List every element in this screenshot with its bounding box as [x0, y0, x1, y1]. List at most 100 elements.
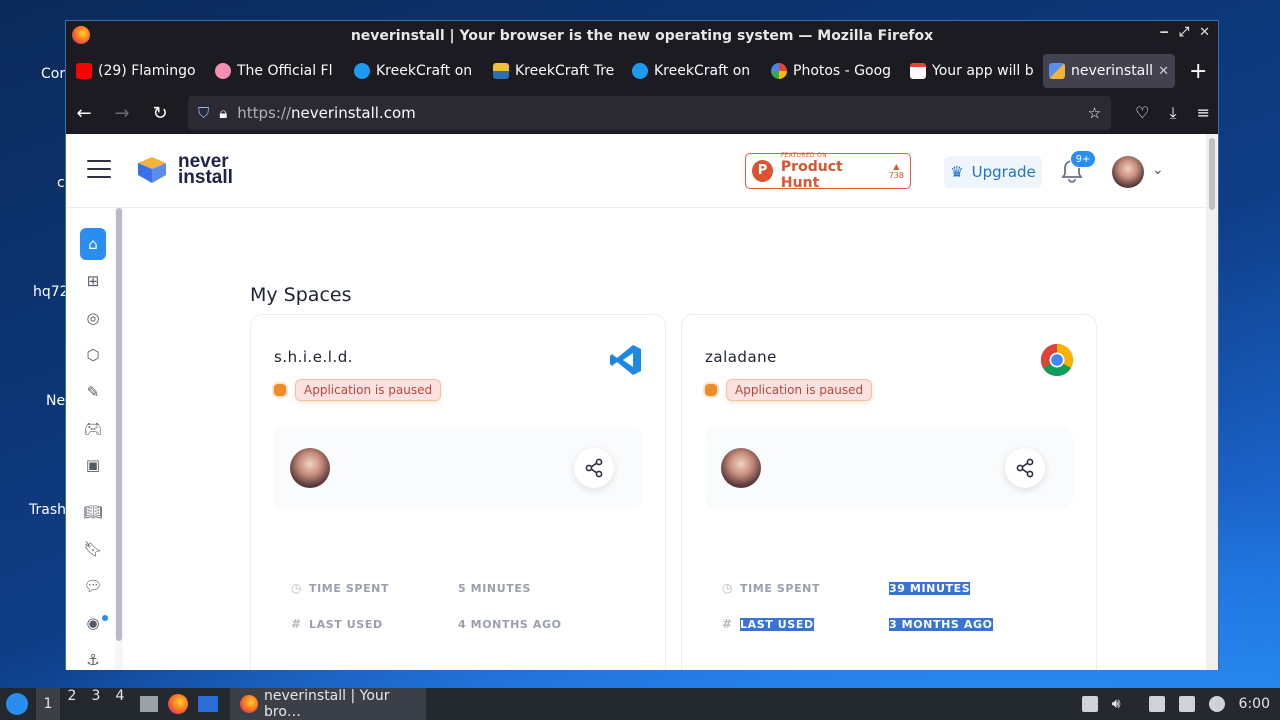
side-navigation: ⌂ ⊞ ◎ ⬡ ✎ 🎮︎ ▣ 📖︎ 🔖︎ 💬︎ ◉ ⚓︎	[66, 208, 126, 670]
share-button[interactable]	[1005, 448, 1045, 488]
user-avatar	[290, 448, 330, 488]
navigation-toolbar: ← → ↻ ⛉ 🔒︎ https://neverinstall.com ☆ ♡ …	[66, 92, 1218, 134]
hash-icon: #	[722, 617, 733, 631]
minimize-button[interactable]: ‒	[1160, 25, 1169, 40]
volume-icon[interactable]: 🔊︎	[1112, 696, 1121, 712]
taskbar-window-button[interactable]: neverinstall | Your bro…	[230, 688, 426, 720]
space-name: zaladane	[705, 348, 777, 366]
nav-book-icon[interactable]: 📖︎	[80, 499, 106, 525]
producthunt-icon: P	[752, 160, 773, 182]
gmail-icon	[910, 63, 926, 79]
producthunt-badge[interactable]: P FEATURED ON Product Hunt ▲ 738	[745, 152, 911, 191]
sidenav-scrollbar-thumb[interactable]	[116, 208, 122, 641]
browser-tab[interactable]: Your app will b	[904, 54, 1043, 88]
tracking-protection-icon[interactable]: ⛉	[198, 104, 209, 122]
network-icon[interactable]	[1178, 696, 1195, 712]
window-titlebar[interactable]: neverinstall | Your browser is the new o…	[66, 21, 1218, 50]
browser-tab[interactable]: KreekCraft on	[348, 54, 487, 88]
tab-label: Your app will b	[932, 63, 1034, 79]
new-tab-button[interactable]: +	[1189, 59, 1207, 84]
desktop-icon-label[interactable]: Ne	[46, 393, 65, 409]
upgrade-label: Upgrade	[971, 163, 1036, 181]
nav-chat-icon[interactable]: 💬︎	[80, 573, 106, 599]
tab-strip: (29) Flamingo The Official Fl KreekCraft…	[66, 50, 1218, 92]
browser-tab[interactable]: The Official Fl	[209, 54, 348, 88]
crown-icon: ♛	[950, 163, 964, 181]
share-button[interactable]	[574, 448, 614, 488]
nav-cube-icon[interactable]: ⬡	[80, 342, 106, 368]
close-window-button[interactable]: ✕	[1199, 25, 1210, 40]
system-tray: 🔊︎ 6:00	[1081, 696, 1280, 712]
nav-anchor-icon[interactable]: ⚓︎	[80, 647, 106, 670]
hamburger-menu-icon[interactable]	[87, 160, 111, 184]
bookmark-star-icon[interactable]: ☆	[1088, 104, 1101, 122]
desktop-icon[interactable]	[198, 696, 218, 712]
upvote-arrow-icon: ▲	[893, 162, 900, 171]
firefox-logo-icon	[72, 26, 90, 44]
clock[interactable]: 6:00	[1239, 696, 1270, 712]
nav-bookmark-icon[interactable]: 🔖︎	[80, 536, 106, 562]
desktop-icon-label[interactable]: hq72	[33, 284, 69, 300]
youtube-icon	[76, 63, 92, 79]
clipboard-icon[interactable]	[1148, 696, 1165, 712]
eject-icon[interactable]	[1081, 696, 1098, 712]
workspace-2[interactable]: 2	[60, 688, 84, 720]
workspace-4[interactable]: 4	[108, 688, 132, 720]
paused-status-dot	[274, 384, 286, 396]
url-host: neverinstall.com	[291, 104, 416, 122]
forward-button[interactable]: →	[112, 103, 132, 124]
space-card[interactable]: s.h.i.e.l.d. Application is paused ◷ TIM…	[250, 314, 666, 670]
nav-home-icon[interactable]: ⌂	[80, 228, 106, 260]
pocket-icon[interactable]: ♡	[1135, 103, 1149, 123]
status-badge: Application is paused	[726, 379, 873, 401]
space-users-panel	[705, 427, 1073, 509]
close-tab-icon[interactable]: ✕	[1158, 64, 1169, 79]
browser-tab-active[interactable]: neverinstall ✕	[1043, 54, 1175, 88]
browser-tab[interactable]: KreekCraft on	[626, 54, 765, 88]
neverinstall-logo[interactable]: never install	[136, 152, 233, 187]
share-icon	[585, 458, 603, 478]
user-avatar	[721, 448, 761, 488]
chevron-down-icon[interactable]: ⌄	[1152, 162, 1164, 178]
time-spent-value: 5 MINUTES	[458, 581, 532, 595]
browser-tab[interactable]: KreekCraft Tre	[487, 54, 626, 88]
reload-button[interactable]: ↻	[150, 103, 170, 124]
tab-label: (29) Flamingo	[98, 63, 196, 79]
downloads-icon[interactable]: ⤓	[1170, 103, 1177, 123]
nav-aperture-icon[interactable]: ◎	[80, 305, 106, 331]
producthunt-name: Product Hunt	[780, 158, 843, 191]
desktop-icon-label[interactable]: Trash	[29, 502, 66, 518]
menu-icon[interactable]: ≡	[1197, 103, 1210, 123]
desktop-icon-label[interactable]: c	[57, 175, 65, 191]
space-card[interactable]: zaladane Application is paused ◷ TIME SP…	[681, 314, 1097, 670]
lock-icon[interactable]: 🔒︎	[219, 104, 227, 122]
workspace-1[interactable]: 1	[36, 688, 60, 720]
window-title: neverinstall | Your browser is the new o…	[350, 27, 934, 44]
nav-briefcase-icon[interactable]: ▣	[80, 452, 106, 478]
file-manager-icon[interactable]	[140, 696, 158, 712]
time-spent-value: 39 MINUTES	[889, 581, 971, 595]
nav-gamepad-icon[interactable]: 🎮︎	[80, 416, 106, 442]
upgrade-button[interactable]: ♛ Upgrade	[944, 156, 1042, 188]
new-indicator-dot	[102, 615, 108, 621]
workspace-3[interactable]: 3	[84, 688, 108, 720]
notification-count-badge: 9+	[1070, 150, 1096, 168]
power-icon[interactable]	[1208, 696, 1225, 712]
browser-tab[interactable]: (29) Flamingo	[70, 54, 209, 88]
start-menu-icon[interactable]	[6, 693, 28, 715]
last-used-label: LAST USED	[309, 617, 383, 631]
browser-tab[interactable]: Photos - Goog	[765, 54, 904, 88]
user-avatar[interactable]	[1112, 156, 1144, 188]
page-scrollbar-thumb[interactable]	[1209, 138, 1215, 210]
nav-reddit-icon[interactable]: ◉	[80, 610, 106, 636]
nav-apps-grid-icon[interactable]: ⊞	[80, 268, 106, 294]
page-scrollbar[interactable]	[1206, 134, 1218, 670]
time-spent-label: TIME SPENT	[309, 581, 390, 595]
maximize-button[interactable]: ⤢	[1179, 25, 1189, 40]
url-bar[interactable]: ⛉ 🔒︎ https://neverinstall.com ☆	[188, 96, 1112, 130]
vscode-icon	[610, 345, 641, 375]
back-button[interactable]: ←	[74, 103, 94, 124]
nav-pen-tool-icon[interactable]: ✎	[80, 379, 106, 405]
firefox-launcher-icon[interactable]	[168, 694, 188, 714]
desktop-icon-label[interactable]: Cor	[41, 66, 65, 82]
